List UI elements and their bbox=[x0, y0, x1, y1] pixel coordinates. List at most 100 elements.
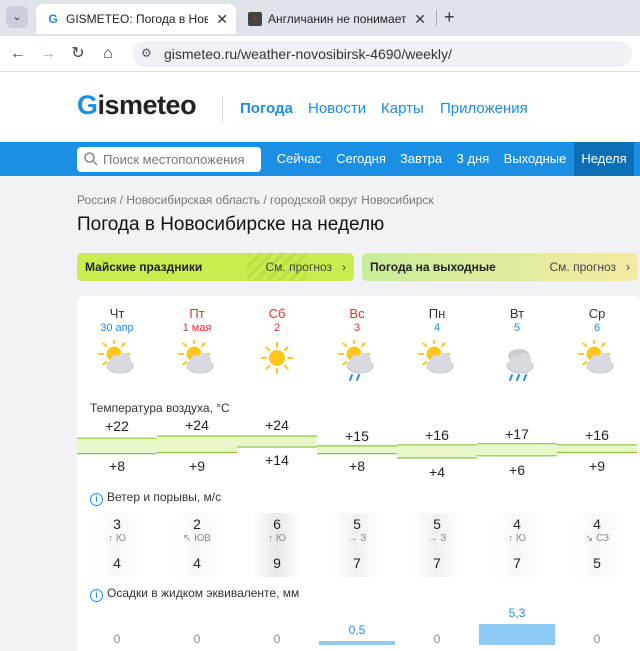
forward-arrow-icon[interactable]: → bbox=[38, 44, 58, 64]
banner-title: Погода на выходные bbox=[370, 260, 496, 274]
wind-direction: ↑ Ю bbox=[268, 533, 286, 544]
day-date: 3 bbox=[353, 322, 361, 334]
search-input[interactable] bbox=[103, 147, 258, 172]
info-icon[interactable]: i bbox=[90, 493, 103, 506]
day-header[interactable]: Чт 30 апр bbox=[77, 306, 157, 334]
banner-link[interactable]: См. прогноз bbox=[550, 253, 616, 281]
wind-speed: 6 bbox=[273, 516, 281, 532]
breadcrumb[interactable]: Россия / Новосибирская область / городск… bbox=[77, 193, 434, 207]
day-name: Сб bbox=[268, 306, 286, 321]
reload-icon[interactable]: ↻ bbox=[68, 44, 88, 64]
day-date: 4 bbox=[433, 322, 441, 334]
precip-value: 5,3 bbox=[508, 606, 526, 620]
precip-bar bbox=[319, 641, 395, 645]
tab-divider bbox=[436, 10, 437, 26]
wind-gust: 4 bbox=[113, 555, 121, 571]
day-name: Вс bbox=[349, 306, 365, 321]
banner-title: Майские праздники bbox=[85, 260, 203, 274]
temp-min: +9 bbox=[189, 458, 205, 474]
wind-direction: → З bbox=[427, 533, 447, 544]
address-bar[interactable]: ⚙ gismeteo.ru/weather-novosibirsk-4690/w… bbox=[132, 41, 632, 67]
precip-bar bbox=[479, 624, 555, 645]
day-name: Чт bbox=[109, 306, 125, 321]
nav-apps[interactable]: Приложения bbox=[440, 100, 528, 117]
wind-speed: 5 bbox=[433, 516, 441, 532]
temp-min: +4 bbox=[429, 464, 445, 480]
tab-week[interactable]: Неделя bbox=[574, 142, 634, 176]
cloudy-rain-icon bbox=[497, 340, 537, 385]
browser-tab[interactable]: ▪ Англичанин не понимает русских ✕ bbox=[238, 4, 434, 34]
chevron-right-icon: › bbox=[342, 260, 346, 274]
wind-direction: ↖ ЮВ bbox=[183, 533, 211, 544]
day-header[interactable]: Вс 3 bbox=[317, 306, 397, 334]
day-name: Пт bbox=[189, 306, 205, 321]
temp-band bbox=[557, 444, 637, 453]
url-text: gismeteo.ru/weather-novosibirsk-4690/wee… bbox=[164, 46, 452, 62]
home-icon[interactable]: ⌂ bbox=[98, 44, 118, 64]
wind-cell: 4 ↘ СЗ 5 bbox=[572, 513, 622, 577]
close-icon[interactable]: ✕ bbox=[414, 4, 426, 34]
tab-title: Англичанин не понимает русских bbox=[268, 12, 406, 26]
info-icon[interactable]: i bbox=[90, 589, 103, 602]
partly-cloudy-icon bbox=[417, 338, 457, 385]
wind-gust: 7 bbox=[433, 555, 441, 571]
gismeteo-favicon-icon: G bbox=[48, 12, 58, 26]
day-date: 30 апр bbox=[100, 322, 134, 334]
day-header[interactable]: Сб 2 bbox=[237, 306, 317, 334]
browser-tab-active[interactable]: G GISMETEO: Погода в Новосибирске ✕ bbox=[36, 4, 236, 34]
search-box[interactable] bbox=[77, 147, 261, 172]
day-date: 5 bbox=[513, 322, 521, 334]
temperature-label: Температура воздуха, °C bbox=[90, 401, 230, 415]
temp-max: +24 bbox=[265, 417, 289, 433]
precip-label: i Осадки в жидком эквиваленте, мм bbox=[90, 586, 299, 602]
new-tab-icon[interactable]: + bbox=[444, 6, 455, 28]
day-header[interactable]: Ср 6 bbox=[557, 306, 637, 334]
tab-3-days[interactable]: 3 дня bbox=[450, 142, 496, 176]
day-header[interactable]: Пт 1 мая bbox=[157, 306, 237, 334]
may-holidays-banner[interactable]: Майские праздники См. прогноз › bbox=[77, 253, 354, 281]
day-header[interactable]: Пн 4 bbox=[397, 306, 477, 334]
wind-speed: 4 bbox=[593, 516, 601, 532]
temp-band bbox=[157, 436, 237, 453]
banner-link[interactable]: См. прогноз bbox=[266, 253, 332, 281]
site-header: Gismeteo Погода Новости Карты Приложения bbox=[0, 72, 640, 142]
chevron-right-icon: › bbox=[626, 260, 630, 274]
temp-min: +6 bbox=[509, 462, 525, 478]
wind-direction: ↘ СЗ bbox=[584, 533, 610, 544]
day-header[interactable]: Вт 5 bbox=[477, 306, 557, 334]
partly-cloudy-icon bbox=[177, 338, 217, 385]
tab-search-button[interactable]: ⌄ bbox=[6, 6, 28, 28]
temp-band bbox=[237, 436, 317, 447]
back-arrow-icon[interactable]: ← bbox=[8, 44, 28, 64]
wind-gust: 7 bbox=[513, 555, 521, 571]
wind-speed: 5 bbox=[353, 516, 361, 532]
temp-max: +17 bbox=[505, 426, 529, 442]
temp-min: +9 bbox=[589, 458, 605, 474]
temp-max: +24 bbox=[185, 417, 209, 433]
partly-cloudy-icon bbox=[97, 338, 137, 385]
page-title: Погода в Новосибирске на неделю bbox=[77, 214, 385, 235]
wind-gust: 9 bbox=[273, 555, 281, 571]
precip-value: 0 bbox=[113, 632, 121, 646]
temp-band bbox=[77, 438, 157, 454]
close-icon[interactable]: ✕ bbox=[216, 4, 228, 34]
wind-cell: 3 ↑ Ю 4 bbox=[92, 513, 142, 577]
wind-gust: 4 bbox=[193, 555, 201, 571]
tab-now[interactable]: Сейчас bbox=[268, 142, 330, 176]
partly-cloudy-rain-icon bbox=[337, 338, 377, 385]
site-info-icon[interactable]: ⚙ bbox=[141, 46, 152, 60]
wind-direction: ↑ Ю bbox=[108, 533, 126, 544]
tab-today[interactable]: Сегодня bbox=[330, 142, 392, 176]
wind-gust: 7 bbox=[353, 555, 361, 571]
weekend-weather-banner[interactable]: Погода на выходные См. прогноз › bbox=[362, 253, 638, 281]
gismeteo-logo[interactable]: Gismeteo bbox=[77, 90, 197, 121]
tab-tomorrow[interactable]: Завтра bbox=[392, 142, 450, 176]
browser-tab-bar: ⌄ G GISMETEO: Погода в Новосибирске ✕ ▪ … bbox=[0, 0, 640, 36]
nav-news[interactable]: Новости bbox=[308, 100, 366, 117]
wind-gust: 5 bbox=[593, 555, 601, 571]
temp-max: +16 bbox=[585, 427, 609, 443]
nav-weather[interactable]: Погода bbox=[240, 100, 293, 117]
temp-max: +15 bbox=[345, 428, 369, 444]
nav-maps[interactable]: Карты bbox=[381, 100, 424, 117]
tab-weekend[interactable]: Выходные bbox=[496, 142, 574, 176]
